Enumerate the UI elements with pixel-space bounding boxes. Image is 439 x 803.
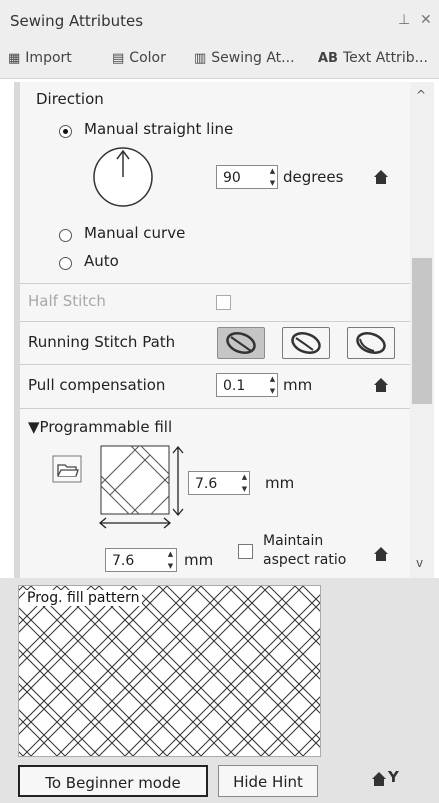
tab-text-attributes[interactable]: AB Text Attrib...: [318, 50, 428, 66]
spin-down-icon[interactable]: ▼: [266, 385, 279, 397]
scroll-up-icon[interactable]: ^: [416, 88, 426, 102]
pull-comp-spinner[interactable]: ▲ ▼: [266, 373, 279, 397]
stitch-path-button-3[interactable]: [347, 327, 395, 359]
fill-width-spinner[interactable]: ▲ ▼: [164, 548, 177, 572]
divider: [20, 408, 410, 409]
house-default-icon[interactable]: [374, 547, 388, 561]
tab-import[interactable]: ▦ Import: [8, 50, 72, 66]
panel-left-border: [14, 82, 20, 578]
running-stitch-label: Running Stitch Path: [28, 333, 176, 351]
tab-color[interactable]: ▤ Color: [112, 50, 166, 66]
divider: [20, 283, 410, 284]
spin-up-icon[interactable]: ▲: [266, 373, 279, 385]
spin-down-icon[interactable]: ▼: [164, 560, 177, 572]
house-default-icon[interactable]: [374, 378, 388, 392]
spin-up-icon[interactable]: ▲: [266, 165, 279, 177]
direction-heading: Direction: [36, 90, 104, 108]
fill-height-spinner[interactable]: ▲ ▼: [238, 471, 251, 495]
stitch-path-icon: [291, 332, 321, 354]
divider: [20, 364, 410, 365]
fill-pattern-preview: [100, 445, 170, 515]
stitch-path-button-1[interactable]: [217, 327, 265, 359]
manual-curve-label: Manual curve: [84, 224, 186, 242]
import-icon: ▦: [8, 51, 21, 66]
hide-hint-button[interactable]: Hide Hint: [218, 765, 318, 797]
pin-icon[interactable]: ⊥: [398, 12, 410, 28]
direction-dial[interactable]: [92, 146, 154, 208]
fill-pattern-hint-image: [19, 586, 320, 756]
stitch-path-button-2[interactable]: [282, 327, 330, 359]
height-arrow-icon: [172, 445, 184, 517]
text-ab-icon: AB: [318, 51, 338, 66]
divider: [20, 321, 410, 322]
pull-comp-unit: mm: [283, 376, 313, 394]
maintain-label-line2: aspect ratio: [263, 552, 347, 568]
fill-width-unit: mm: [184, 551, 214, 569]
hint-label: Prog. fill pattern: [25, 590, 142, 606]
stitch-path-icon: [226, 332, 256, 354]
maintain-aspect-checkbox[interactable]: [238, 544, 253, 559]
maintain-label-line1: Maintain: [263, 533, 324, 549]
close-icon[interactable]: ✕: [420, 12, 432, 28]
radio-manual-curve[interactable]: [59, 229, 72, 242]
scrollbar-thumb[interactable]: [412, 258, 432, 404]
spin-up-icon[interactable]: ▲: [164, 548, 177, 560]
half-stitch-label: Half Stitch: [28, 292, 106, 310]
window-title: Sewing Attributes: [10, 12, 144, 30]
angle-unit: degrees: [283, 168, 344, 186]
house-default-icon[interactable]: [374, 170, 388, 184]
hint-preview: Prog. fill pattern: [18, 585, 321, 757]
help-glyph: Y: [388, 768, 399, 786]
manual-straight-label: Manual straight line: [84, 120, 234, 138]
tab-bar: ▦ Import ▤ Color ▥ Sewing At... AB Text Attr…: [0, 42, 439, 79]
pull-comp-label: Pull compensation: [28, 376, 166, 394]
sewing-icon: ▥: [194, 51, 207, 66]
angle-spinner[interactable]: ▲ ▼: [266, 165, 279, 189]
width-arrow-icon: [98, 517, 172, 529]
stitch-path-icon: [356, 332, 386, 354]
prog-fill-heading[interactable]: ▼Programmable fill: [28, 418, 172, 436]
open-folder-icon[interactable]: [52, 455, 82, 483]
fill-height-unit: mm: [265, 474, 295, 492]
spin-down-icon[interactable]: ▼: [238, 483, 251, 495]
half-stitch-checkbox[interactable]: [216, 295, 231, 310]
scroll-down-icon[interactable]: v: [416, 556, 423, 570]
spin-up-icon[interactable]: ▲: [238, 471, 251, 483]
beginner-mode-button[interactable]: To Beginner mode: [18, 765, 208, 797]
radio-manual-straight[interactable]: [59, 125, 72, 138]
collapse-triangle-icon: ▼: [28, 418, 40, 436]
auto-label: Auto: [84, 252, 119, 270]
spin-down-icon[interactable]: ▼: [266, 177, 279, 189]
tab-sewing-attributes[interactable]: ▥ Sewing At...: [194, 50, 295, 66]
radio-auto[interactable]: [59, 257, 72, 270]
color-icon: ▤: [112, 51, 125, 66]
